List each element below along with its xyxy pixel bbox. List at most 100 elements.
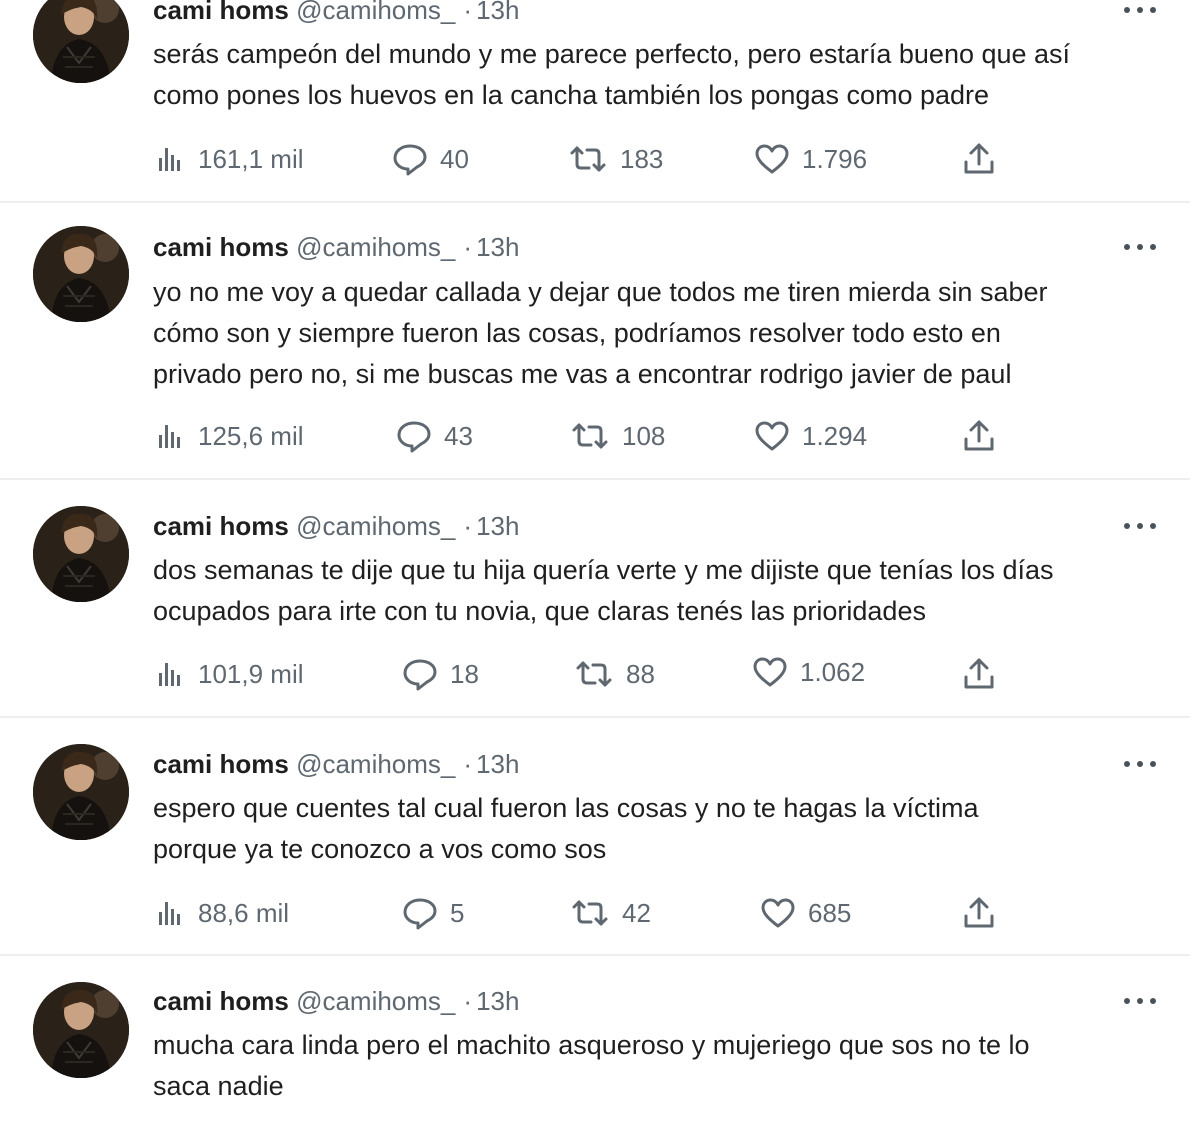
tweet-header: cami homs @camihoms_ · 13h [153,508,519,544]
more-options-button[interactable] [1124,0,1156,20]
user-handle[interactable]: @camihoms_ [296,511,455,541]
views-button[interactable]: 101,9 mil [156,656,304,692]
bar-chart-icon [159,425,180,448]
reply-button[interactable]: 40 [392,141,469,177]
display-name[interactable]: cami homs [153,511,289,541]
avatar[interactable] [33,982,129,1078]
retweet-arrows-icon [572,900,608,926]
display-name[interactable]: cami homs [153,0,289,25]
like-button[interactable]: 1.796 [754,141,867,177]
share-button[interactable] [962,141,996,177]
reply-count: 43 [444,420,473,451]
user-handle[interactable]: @camihoms_ [296,232,455,262]
tweet-text: espero que cuentes tal cual fueron las c… [153,788,1173,870]
tweet[interactable]: cami homs @camihoms_ · 13h yo no me voy a … [0,204,1200,480]
tweet-text-line: espero que cuentes tal cual fueron las c… [153,793,979,823]
views-count: 101,9 mil [198,658,304,689]
display-name[interactable]: cami homs [153,232,289,262]
timestamp[interactable]: 13h [476,749,519,779]
tweet-text-line: mucha cara linda pero el machito asquero… [153,1030,1030,1060]
tweet[interactable]: cami homs @camihoms_ · 13h mucha cara lind… [0,956,1200,1138]
speech-bubble-icon [397,421,431,453]
ellipsis-icon [1124,244,1130,250]
heart-outline-icon [755,144,789,174]
avatar[interactable] [33,506,129,602]
speech-bubble-icon [403,659,437,691]
tweet-text-line: serás campeón del mundo y me parece perf… [153,39,1071,69]
upload-arrow-icon [964,658,994,689]
tweet-header: cami homs @camihoms_ · 13h [153,983,519,1019]
share-button[interactable] [962,656,996,692]
tweet-text-line: cómo son y siempre fueron las cosas, pod… [153,318,1001,348]
retweet-button[interactable]: 183 [568,141,663,177]
like-button[interactable]: 685 [760,895,851,931]
tweet-text-line: saca nadie [153,1071,284,1101]
user-handle[interactable]: @camihoms_ [296,0,455,25]
avatar[interactable] [33,744,129,840]
user-handle[interactable]: @camihoms_ [296,986,455,1016]
reply-count: 18 [450,658,479,689]
like-button[interactable]: 1.294 [754,418,867,454]
retweet-button[interactable]: 42 [570,895,651,931]
tweet-text-line: porque ya te conozco a vos como sos [153,834,607,864]
retweet-count: 42 [622,897,651,928]
retweet-arrows-icon [570,146,606,172]
like-count: 1.062 [800,656,866,687]
tweet[interactable]: cami homs @camihoms_ · 13h serás campeón d… [0,0,1200,204]
bar-chart-icon [159,148,180,171]
display-name[interactable]: cami homs [153,986,289,1016]
tweet-text-line: yo no me voy a quedar callada y dejar qu… [153,277,1048,307]
retweet-arrows-icon [572,423,608,449]
separator-dot: · [463,749,473,779]
views-button[interactable]: 125,6 mil [156,418,304,454]
bar-chart-icon [159,902,180,925]
reply-button[interactable]: 5 [402,895,464,931]
heart-outline-icon [761,898,795,928]
tweet[interactable]: cami homs @camihoms_ · 13h dos semanas te … [0,480,1200,718]
retweet-button[interactable]: 88 [574,656,655,692]
timestamp[interactable]: 13h [476,511,519,541]
ellipsis-icon [1124,7,1130,13]
retweet-count: 88 [626,658,655,689]
reply-button[interactable]: 18 [402,656,479,692]
tweet-header: cami homs @camihoms_ · 13h [153,229,519,265]
views-button[interactable]: 88,6 mil [156,895,289,931]
separator-dot: · [463,511,473,541]
tweet[interactable]: cami homs @camihoms_ · 13h espero que cuen… [0,718,1200,956]
retweet-button[interactable]: 108 [570,418,665,454]
user-handle[interactable]: @camihoms_ [296,749,455,779]
tweet-divider [0,201,1190,203]
tweet-header: cami homs @camihoms_ · 13h [153,0,519,28]
timestamp[interactable]: 13h [476,0,519,25]
views-count: 161,1 mil [198,143,304,174]
upload-arrow-icon [964,897,994,928]
tweet-text-line: dos semanas te dije que tu hija quería v… [153,555,1054,585]
reply-button[interactable]: 43 [396,418,473,454]
tweet-feed: cami homs @camihoms_ · 13h serás campeón d… [0,0,1200,1138]
avatar[interactable] [33,226,129,322]
timestamp[interactable]: 13h [476,986,519,1016]
more-options-button[interactable] [1124,237,1156,257]
more-options-button[interactable] [1124,754,1156,774]
heart-outline-icon [753,657,787,687]
separator-dot: · [463,986,473,1016]
tweet-text: dos semanas te dije que tu hija quería v… [153,550,1173,632]
heart-outline-icon [755,421,789,451]
more-options-button[interactable] [1124,991,1156,1011]
ellipsis-icon [1124,761,1130,767]
display-name[interactable]: cami homs [153,749,289,779]
timestamp[interactable]: 13h [476,232,519,262]
share-button[interactable] [962,895,996,931]
speech-bubble-icon [393,144,427,176]
separator-dot: · [463,0,473,25]
retweet-count: 108 [622,420,666,451]
share-button[interactable] [962,418,996,454]
avatar[interactable] [33,0,129,83]
like-button[interactable]: 1.062 [752,654,865,690]
tweet-text: serás campeón del mundo y me parece perf… [153,34,1173,116]
speech-bubble-icon [403,898,437,930]
reply-count: 40 [440,143,469,174]
ellipsis-icon [1124,523,1130,529]
views-button[interactable]: 161,1 mil [156,141,304,177]
more-options-button[interactable] [1124,516,1156,536]
